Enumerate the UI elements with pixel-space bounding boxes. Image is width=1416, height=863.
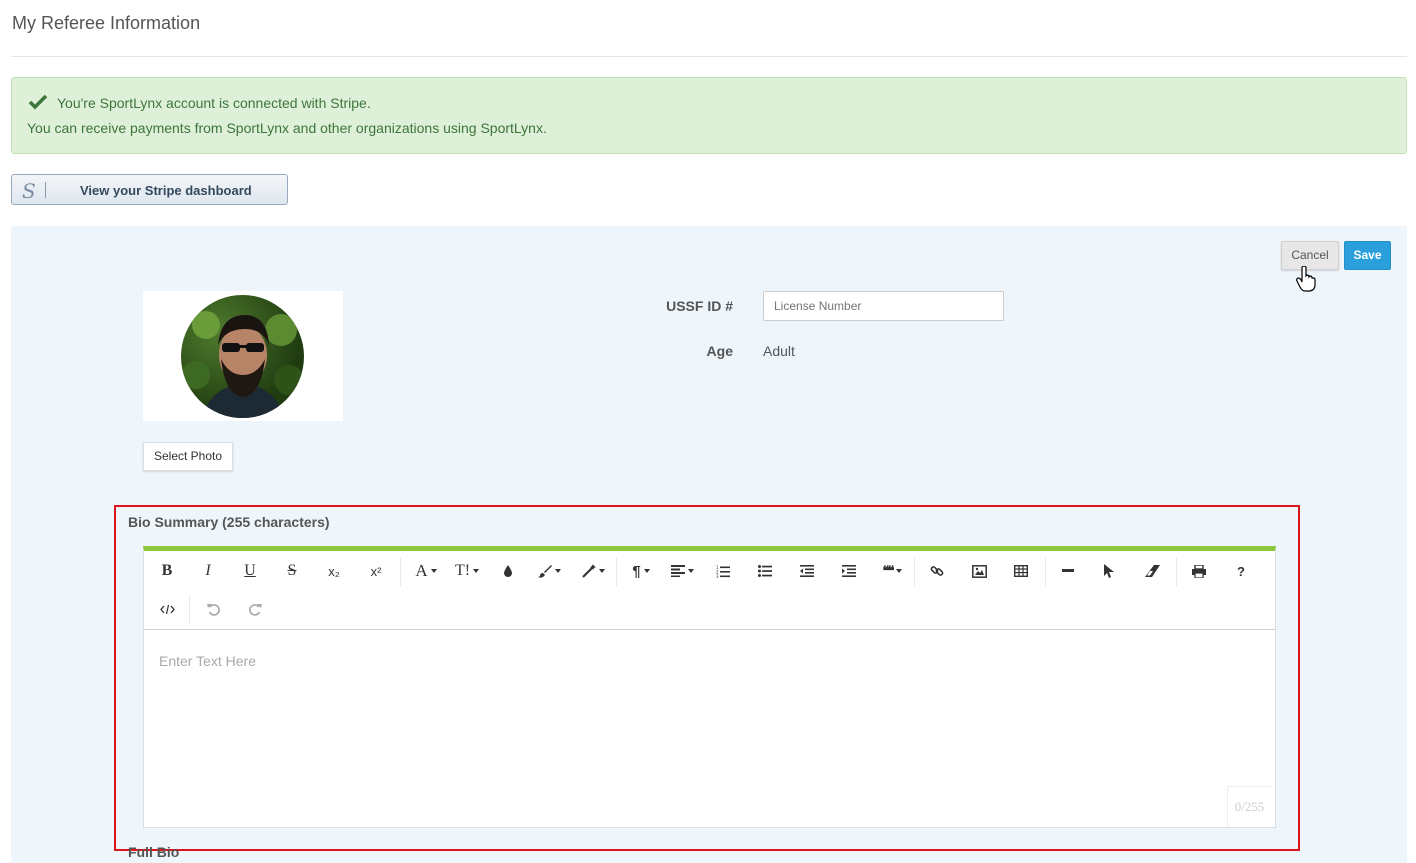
stripe-dashboard-label: View your Stripe dashboard bbox=[80, 183, 252, 198]
stripe-connected-alert: You're SportLynx account is connected wi… bbox=[11, 77, 1407, 154]
select-photo-button[interactable]: Select Photo bbox=[143, 442, 233, 471]
age-label: Age bbox=[706, 343, 733, 359]
stripe-dashboard-button[interactable]: S View your Stripe dashboard bbox=[11, 174, 288, 205]
age-value: Adult bbox=[763, 343, 795, 359]
alert-line-1: You're SportLynx account is connected wi… bbox=[57, 95, 371, 111]
alert-line-2: You can receive payments from SportLynx … bbox=[27, 120, 547, 136]
ussf-id-input[interactable] bbox=[763, 291, 1004, 321]
stripe-logo-icon: S bbox=[22, 179, 36, 203]
hand-pointer-icon bbox=[1296, 266, 1316, 292]
save-button[interactable]: Save bbox=[1344, 241, 1391, 270]
avatar bbox=[181, 295, 304, 418]
check-icon bbox=[28, 94, 48, 110]
title-divider bbox=[11, 56, 1407, 57]
avatar-image bbox=[182, 311, 304, 418]
page-title: My Referee Information bbox=[12, 13, 201, 33]
highlight-box bbox=[114, 505, 1300, 851]
button-separator bbox=[45, 182, 46, 198]
profile-photo-frame bbox=[143, 291, 343, 421]
full-bio-label: Full Bio bbox=[128, 844, 180, 860]
ussf-id-label: USSF ID # bbox=[666, 298, 733, 314]
